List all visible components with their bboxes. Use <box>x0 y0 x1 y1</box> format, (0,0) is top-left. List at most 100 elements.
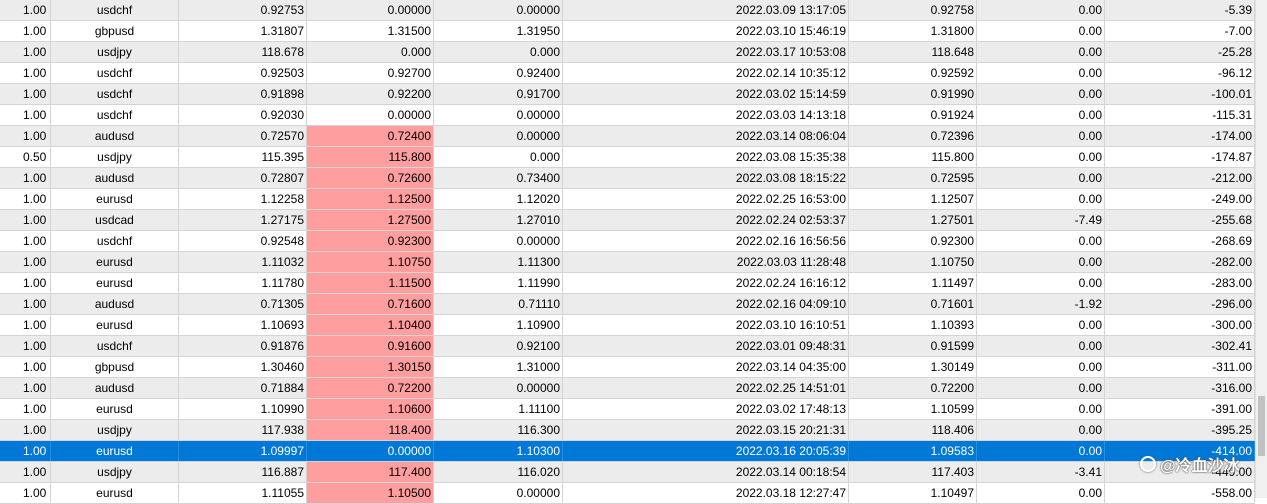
cell-volume: 1.00 <box>0 105 51 125</box>
cell-price: 115.800 <box>849 147 977 167</box>
cell-open-price: 0.92753 <box>179 0 307 20</box>
cell-take-profit: 116.020 <box>434 462 563 482</box>
cell-time: 2022.03.15 20:21:31 <box>563 420 849 440</box>
cell-open-price: 1.30460 <box>179 357 307 377</box>
table-row[interactable]: 1.00 eurusd 1.11780 1.11500 1.11990 2022.02.2… <box>0 273 1255 294</box>
table-row[interactable]: 1.00 gbpusd 1.30460 1.30150 1.31000 2022.03.1… <box>0 357 1255 378</box>
cell-time: 2022.03.10 16:10:51 <box>563 315 849 335</box>
cell-stop-loss: 0.000 <box>307 42 434 62</box>
table-row[interactable]: 1.00 eurusd 1.11055 1.10500 0.00000 2022.03.1… <box>0 483 1255 504</box>
cell-take-profit: 1.10300 <box>434 441 563 461</box>
cell-symbol: usdjpy <box>51 462 179 482</box>
table-row[interactable]: 1.00 usdchf 0.91898 0.92200 0.91700 2022.03.0… <box>0 84 1255 105</box>
cell-profit: -558.00 <box>1105 483 1255 503</box>
table-row[interactable]: 0.50 usdjpy 115.395 115.800 0.000 2022.03.08 … <box>0 147 1255 168</box>
cell-take-profit: 1.31950 <box>434 21 563 41</box>
cell-profit: -300.00 <box>1105 315 1255 335</box>
vertical-scrollbar[interactable] <box>1255 0 1267 498</box>
cell-swap: 0.00 <box>977 399 1105 419</box>
cell-time: 2022.03.16 20:05:39 <box>563 441 849 461</box>
cell-stop-loss: 0.72200 <box>307 378 434 398</box>
cell-swap: -7.49 <box>977 210 1105 230</box>
cell-take-profit: 0.00000 <box>434 126 563 146</box>
cell-swap: 0.00 <box>977 42 1105 62</box>
cell-volume: 1.00 <box>0 0 51 20</box>
cell-swap: 0.00 <box>977 126 1105 146</box>
cell-take-profit: 1.11990 <box>434 273 563 293</box>
table-row[interactable]: 1.00 gbpusd 1.31807 1.31500 1.31950 2022.03.1… <box>0 21 1255 42</box>
cell-time: 2022.03.01 09:48:31 <box>563 336 849 356</box>
cell-symbol: usdchf <box>51 336 179 356</box>
cell-symbol: gbpusd <box>51 357 179 377</box>
cell-volume: 1.00 <box>0 399 51 419</box>
cell-price: 0.72595 <box>849 168 977 188</box>
cell-stop-loss: 0.72400 <box>307 126 434 146</box>
table-row[interactable]: 1.00 usdcad 1.27175 1.27500 1.27010 2022.02.2… <box>0 210 1255 231</box>
table-row[interactable]: 1.00 usdchf 0.92030 0.00000 0.00000 2022.03.0… <box>0 105 1255 126</box>
cell-volume: 1.00 <box>0 462 51 482</box>
cell-take-profit: 1.11300 <box>434 252 563 272</box>
cell-symbol: audusd <box>51 126 179 146</box>
cell-profit: -302.41 <box>1105 336 1255 356</box>
cell-profit: -5.39 <box>1105 0 1255 20</box>
cell-symbol: usdjpy <box>51 42 179 62</box>
cell-time: 2022.03.14 00:18:54 <box>563 462 849 482</box>
cell-profit: -100.01 <box>1105 84 1255 104</box>
cell-swap: 0.00 <box>977 189 1105 209</box>
table-row[interactable]: 1.00 usdchf 0.92503 0.92700 0.92400 2022.02.1… <box>0 63 1255 84</box>
cell-time: 2022.03.09 13:17:05 <box>563 0 849 20</box>
cell-symbol: usdjpy <box>51 420 179 440</box>
table-row[interactable]: 1.00 audusd 0.72570 0.72400 0.00000 2022.03.1… <box>0 126 1255 147</box>
cell-volume: 1.00 <box>0 168 51 188</box>
cell-symbol: audusd <box>51 168 179 188</box>
cell-swap: 0.00 <box>977 105 1105 125</box>
table-row-selected[interactable]: 1.00 eurusd 1.09997 0.00000 1.10300 2022.03.1… <box>0 441 1255 462</box>
table-row[interactable]: 1.00 usdjpy 118.678 0.000 0.000 2022.03.17 10… <box>0 42 1255 63</box>
cell-symbol: gbpusd <box>51 21 179 41</box>
cell-swap: 0.00 <box>977 357 1105 377</box>
cell-profit: -174.87 <box>1105 147 1255 167</box>
cell-symbol: eurusd <box>51 441 179 461</box>
table-row[interactable]: 1.00 eurusd 1.10693 1.10400 1.10900 2022.03.1… <box>0 315 1255 336</box>
table-row[interactable]: 1.00 audusd 0.71884 0.72200 0.00000 2022.02.2… <box>0 378 1255 399</box>
table-row[interactable]: 1.00 usdjpy 116.887 117.400 116.020 2022.03.1… <box>0 462 1255 483</box>
table-row[interactable]: 1.00 eurusd 1.10990 1.10600 1.11100 2022.03.0… <box>0 399 1255 420</box>
cell-symbol: eurusd <box>51 483 179 503</box>
cell-price: 1.27501 <box>849 210 977 230</box>
table-row[interactable]: 1.00 eurusd 1.11032 1.10750 1.11300 2022.03.0… <box>0 252 1255 273</box>
cell-volume: 1.00 <box>0 210 51 230</box>
cell-open-price: 1.11780 <box>179 273 307 293</box>
cell-stop-loss: 117.400 <box>307 462 434 482</box>
cell-take-profit: 0.00000 <box>434 105 563 125</box>
table-row[interactable]: 1.00 usdchf 0.92548 0.92300 0.00000 2022.02.1… <box>0 231 1255 252</box>
cell-open-price: 1.27175 <box>179 210 307 230</box>
cell-open-price: 0.92503 <box>179 63 307 83</box>
cell-price: 1.30149 <box>849 357 977 377</box>
cell-volume: 1.00 <box>0 420 51 440</box>
cell-swap: 0.00 <box>977 147 1105 167</box>
cell-volume: 1.00 <box>0 273 51 293</box>
cell-profit: -391.00 <box>1105 399 1255 419</box>
scrollbar-thumb[interactable] <box>1258 396 1265 456</box>
cell-volume: 1.00 <box>0 126 51 146</box>
cell-profit: -316.00 <box>1105 378 1255 398</box>
cell-take-profit: 0.00000 <box>434 231 563 251</box>
cell-price: 0.72200 <box>849 378 977 398</box>
table-row[interactable]: 1.00 audusd 0.71305 0.71600 0.71110 2022.02.1… <box>0 294 1255 315</box>
cell-open-price: 0.92030 <box>179 105 307 125</box>
cell-take-profit: 1.11100 <box>434 399 563 419</box>
cell-price: 1.10599 <box>849 399 977 419</box>
cell-symbol: usdchf <box>51 84 179 104</box>
cell-profit: -268.69 <box>1105 231 1255 251</box>
table-row[interactable]: 1.00 usdjpy 117.938 118.400 116.300 2022.03.1… <box>0 420 1255 441</box>
table-row[interactable]: 1.00 eurusd 1.12258 1.12500 1.12020 2022.02.2… <box>0 189 1255 210</box>
table-row[interactable]: 1.00 usdchf 0.92753 0.00000 0.00000 2022.03.0… <box>0 0 1255 21</box>
table-row[interactable]: 1.00 audusd 0.72807 0.72600 0.73400 2022.03.0… <box>0 168 1255 189</box>
cell-profit: -296.00 <box>1105 294 1255 314</box>
cell-time: 2022.02.14 10:35:12 <box>563 63 849 83</box>
table-row[interactable]: 1.00 usdchf 0.91876 0.91600 0.92100 2022.03.0… <box>0 336 1255 357</box>
cell-take-profit: 1.27010 <box>434 210 563 230</box>
cell-price: 0.91599 <box>849 336 977 356</box>
cell-swap: 0.00 <box>977 63 1105 83</box>
cell-stop-loss: 1.31500 <box>307 21 434 41</box>
